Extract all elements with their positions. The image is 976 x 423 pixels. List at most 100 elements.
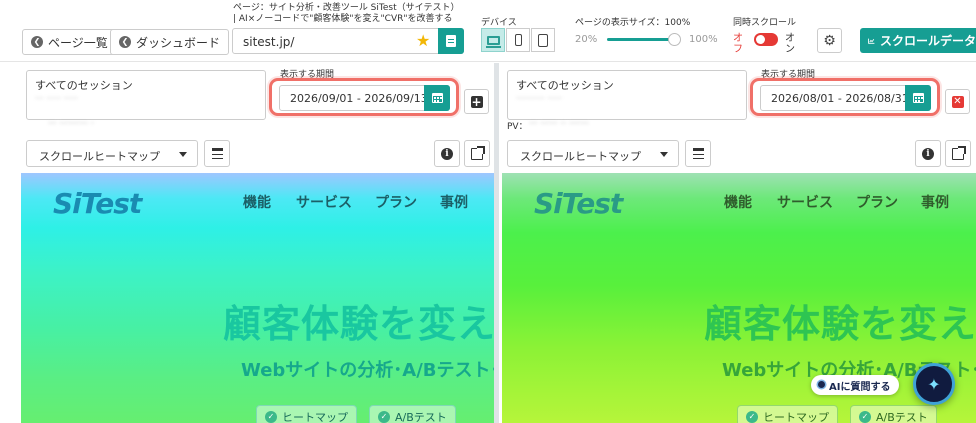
sync-scroll-toggle[interactable] xyxy=(754,33,778,46)
plus-icon: + xyxy=(470,94,483,109)
gear-icon: ⚙ xyxy=(823,32,836,49)
settings-button[interactable]: ⚙ xyxy=(817,28,842,53)
device-smartphone-button[interactable] xyxy=(506,28,530,52)
segment-selector[interactable]: すべてのセッション ··· ····· ····· xyxy=(26,70,266,120)
date-range-highlight: 2026/09/01 - 2026/09/13 xyxy=(269,78,459,116)
check-icon: ✓ xyxy=(859,411,871,423)
layers-icon xyxy=(692,148,704,151)
star-icon[interactable]: ★ xyxy=(416,32,430,50)
check-icon: ✓ xyxy=(265,411,277,423)
feature-pill: ✓ A/Bテスト xyxy=(850,405,937,423)
ai-chat-button[interactable]: ✦ xyxy=(913,363,955,405)
scroll-data-label: スクロールデータ xyxy=(879,34,976,48)
calendar-icon xyxy=(912,93,924,103)
heatmap-preview[interactable]: SiTest 機能 サービス プラン 事例 顧客体験を変え Webサイトの分析･… xyxy=(502,173,976,423)
feature-pill: ✓ A/Bテスト xyxy=(369,405,456,423)
pv-blurred: ··· ·········· · xyxy=(48,119,94,129)
chevron-down-icon xyxy=(660,152,668,157)
status-dot-icon xyxy=(818,381,825,388)
date-range-field[interactable]: 2026/08/01 - 2026/08/31 xyxy=(760,85,931,111)
nav-item: プラン xyxy=(856,195,898,211)
display-size-slider-handle[interactable] xyxy=(668,33,681,46)
page-list-button[interactable]: ❮ ページ一覧 xyxy=(22,29,117,55)
feature-label: ヒートマップ xyxy=(763,411,829,423)
close-icon: ✕ xyxy=(951,95,964,108)
ai-question-label[interactable]: AIに質問する xyxy=(811,375,900,395)
heatmap-type-select[interactable]: スクロールヒートマップ xyxy=(507,140,679,167)
heatmap-preview[interactable]: SiTest 機能 サービス プラン 事例 顧客体験を変え Webサイトの分析･… xyxy=(21,173,494,423)
desktop-icon xyxy=(485,35,501,48)
nav-item: サービス xyxy=(777,195,833,211)
calendar-icon xyxy=(431,93,443,103)
left-edge xyxy=(0,63,18,423)
add-comparison-button[interactable]: + xyxy=(464,89,489,114)
pv-label: PV： xyxy=(507,122,528,132)
ai-question-text: AIに質問する xyxy=(829,381,891,393)
check-icon: ✓ xyxy=(378,411,390,423)
heatmap-type-select[interactable]: スクロールヒートマップ xyxy=(26,140,198,167)
feature-pill: ✓ ヒートマップ xyxy=(256,405,357,423)
segment-title: すべてのセッション xyxy=(516,79,614,92)
sparkle-icon: ✦ xyxy=(927,374,941,394)
pv-blurred: ··· ······ ·· ······· xyxy=(529,119,590,129)
site-logo: SiTest xyxy=(53,187,142,220)
sync-scroll-label: 同時スクロール xyxy=(733,18,797,28)
page-list-label: ページ一覧 xyxy=(48,35,108,50)
device-label: デバイス xyxy=(481,18,517,28)
segment-detail-blurred: ·········· ····· xyxy=(516,94,562,104)
tablet-icon xyxy=(538,33,548,47)
nav-item: 事例 xyxy=(921,195,949,211)
hero-title: 顧客体験を変え xyxy=(704,302,976,346)
url-text: sitest.jp/ xyxy=(243,35,295,49)
segment-detail-blurred: ··· ····· ····· xyxy=(35,94,78,104)
smartphone-icon xyxy=(514,34,522,46)
dashboard-label: ダッシュボード xyxy=(136,35,221,50)
nav-item: 事例 xyxy=(440,195,468,211)
nav-item: 機能 xyxy=(724,195,752,211)
dashboard-button[interactable]: ❮ ダッシュボード xyxy=(110,29,230,55)
device-desktop-button[interactable] xyxy=(481,28,505,52)
date-range-text: 2026/08/01 - 2026/08/31 xyxy=(771,92,909,105)
date-range-field[interactable]: 2026/09/01 - 2026/09/13 xyxy=(279,85,450,111)
page-info-button[interactable] xyxy=(438,28,464,54)
nav-item: プラン xyxy=(375,195,417,211)
scroll-data-button[interactable]: スクロールデータ xyxy=(860,28,976,53)
open-external-button[interactable] xyxy=(464,140,490,167)
page-title-line2: | AI×ノーコードで"顧客体験"を変え"CVR"を改善する xyxy=(233,14,453,24)
sync-off-label: オフ xyxy=(733,33,743,55)
calendar-button[interactable] xyxy=(905,85,931,111)
device-tablet-button[interactable] xyxy=(531,28,555,52)
toggle-knob xyxy=(756,35,765,44)
segment-selector[interactable]: すべてのセッション ·········· ····· xyxy=(507,70,747,120)
layers-icon xyxy=(211,148,223,151)
info-button[interactable]: i xyxy=(434,140,460,167)
layers-button[interactable] xyxy=(685,140,711,167)
feature-label: ヒートマップ xyxy=(282,411,348,423)
segment-title: すべてのセッション xyxy=(35,79,133,92)
info-icon: i xyxy=(922,147,934,160)
page-title: ページ：サイト分析・改善ツール SiTest（サイテスト） | AI×ノーコード… xyxy=(233,3,459,25)
sync-on-label: オン xyxy=(785,33,795,55)
site-logo: SiTest xyxy=(534,187,623,220)
nav-item: サービス xyxy=(296,195,352,211)
hero-subtitle: Webサイトの分析･A/Bテスト･ xyxy=(241,360,494,381)
check-icon: ✓ xyxy=(746,411,758,423)
heatmap-type-value: スクロールヒートマップ xyxy=(39,150,160,163)
chart-line-icon xyxy=(868,38,875,44)
open-external-button[interactable] xyxy=(945,140,971,167)
info-button[interactable]: i xyxy=(915,140,941,167)
remove-comparison-button[interactable]: ✕ xyxy=(945,89,970,114)
calendar-button[interactable] xyxy=(424,85,450,111)
feature-label: A/Bテスト xyxy=(876,411,928,423)
layers-button[interactable] xyxy=(204,140,230,167)
external-link-icon xyxy=(471,145,485,160)
hero-title: 顧客体験を変え xyxy=(223,302,494,346)
chevron-left-icon: ❮ xyxy=(119,36,131,48)
url-field[interactable]: sitest.jp/ ★ xyxy=(232,28,464,54)
heatmap-type-value: スクロールヒートマップ xyxy=(520,150,641,163)
date-range-highlight: 2026/08/01 - 2026/08/31 xyxy=(750,78,940,116)
feature-pill: ✓ ヒートマップ xyxy=(737,405,838,423)
display-size-label: ページの表示サイズ：100% xyxy=(575,18,691,28)
size-max-label: 100% xyxy=(689,34,718,45)
chevron-down-icon xyxy=(179,152,187,157)
